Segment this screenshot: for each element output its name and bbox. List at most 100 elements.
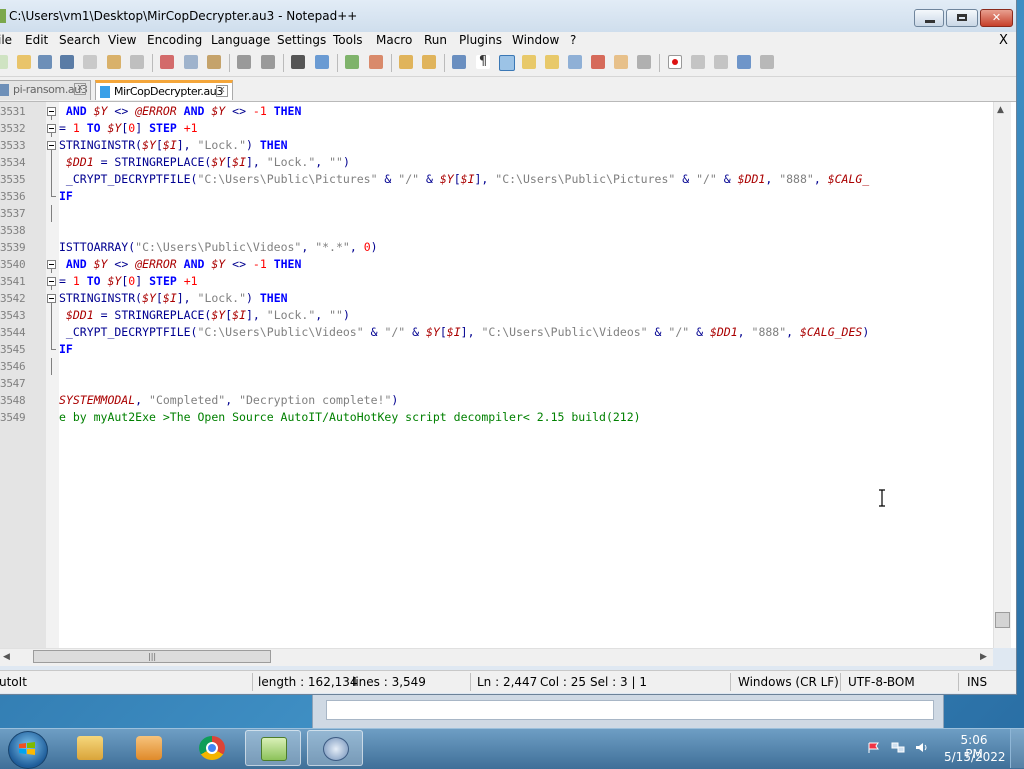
status-divider xyxy=(958,673,959,691)
menu-language[interactable]: Language xyxy=(211,33,270,47)
code-line[interactable]: e by myAut2Exe >The Open Source AutoIT/A… xyxy=(59,409,993,426)
code-line[interactable] xyxy=(59,358,993,375)
find-icon[interactable] xyxy=(291,55,305,69)
menu-tools[interactable]: Tools xyxy=(333,33,363,47)
taskbar-explorer[interactable] xyxy=(62,730,118,766)
save-macro-icon[interactable] xyxy=(760,55,774,69)
code-line[interactable] xyxy=(59,222,993,239)
print-icon[interactable] xyxy=(130,55,144,69)
redo-icon[interactable] xyxy=(261,55,275,69)
stop-macro-icon[interactable] xyxy=(691,55,705,69)
title-bar[interactable]: C:\Users\vm1\Desktop\MirCopDecrypter.au3… xyxy=(0,0,1016,32)
code-line[interactable]: _CRYPT_DECRYPTFILE("C:\Users\Public\Pict… xyxy=(59,171,993,188)
code-line[interactable]: $DD1 = STRINGREPLACE($Y[$I], "Lock.", ""… xyxy=(59,307,993,324)
monitoring-icon[interactable] xyxy=(637,55,651,69)
close-document-button[interactable]: X xyxy=(999,33,1008,48)
tab-pi-ransom[interactable]: pi-ransom.au3 x xyxy=(0,80,91,100)
taskbar-media-player[interactable] xyxy=(121,730,177,766)
code-token: $DD1 xyxy=(65,155,94,169)
fold-toggle-icon[interactable] xyxy=(47,120,56,137)
close-all-icon[interactable] xyxy=(107,55,121,69)
clock-date[interactable]: 5/15/2022 xyxy=(944,750,1006,764)
sync-vertical-icon[interactable] xyxy=(399,55,413,69)
zoom-out-icon[interactable] xyxy=(369,55,383,69)
taskbar-chrome[interactable] xyxy=(184,730,240,766)
new-file-icon[interactable] xyxy=(0,55,8,69)
save-icon[interactable] xyxy=(38,55,52,69)
scroll-left-icon[interactable]: ◀ xyxy=(3,652,10,662)
document-map-icon[interactable] xyxy=(545,55,559,69)
cut-icon[interactable] xyxy=(160,55,174,69)
code-line[interactable]: _CRYPT_DECRYPTFILE("C:\Users\Public\Vide… xyxy=(59,324,993,341)
code-token: = STRINGREPLACE( xyxy=(93,308,212,322)
run-macro-multiple-icon[interactable] xyxy=(737,55,751,69)
code-line[interactable]: IF xyxy=(59,341,993,358)
volume-icon[interactable] xyxy=(915,741,929,754)
scroll-right-icon[interactable]: ▶ xyxy=(980,652,987,662)
menu-plugins[interactable]: Plugins xyxy=(459,33,502,47)
menu-window[interactable]: Window xyxy=(512,33,559,47)
action-center-flag-icon[interactable] xyxy=(868,742,880,754)
show-all-characters-icon[interactable]: ¶ xyxy=(476,55,490,69)
user-language-icon[interactable] xyxy=(522,55,536,69)
menu-settings[interactable]: Settings xyxy=(277,33,326,47)
code-line[interactable]: = 1 TO $Y[0] STEP +1 xyxy=(59,120,993,137)
code-line[interactable]: AND $Y <> @ERROR AND $Y <> -1 THEN xyxy=(59,256,993,273)
menu-encoding[interactable]: Encoding xyxy=(147,33,202,47)
code-line[interactable]: SYSTEMMODAL, "Completed", "Decryption co… xyxy=(59,392,993,409)
open-file-icon[interactable] xyxy=(17,55,31,69)
copy-icon[interactable] xyxy=(184,55,198,69)
network-icon[interactable] xyxy=(891,741,905,754)
fold-toggle-icon[interactable] xyxy=(47,256,56,273)
fold-toggle-icon[interactable] xyxy=(47,273,56,290)
code-token: $CALG_ xyxy=(827,172,870,186)
replace-icon[interactable] xyxy=(315,55,329,69)
document-list-icon[interactable] xyxy=(568,55,582,69)
scroll-up-icon[interactable]: ▲ xyxy=(997,105,1004,115)
vertical-scroll-thumb[interactable] xyxy=(995,612,1010,628)
menu-help[interactable]: ? xyxy=(570,33,576,47)
word-wrap-icon[interactable] xyxy=(452,55,466,69)
fold-toggle-icon[interactable] xyxy=(47,290,56,307)
close-button[interactable]: ✕ xyxy=(980,9,1013,27)
code-line[interactable]: IF xyxy=(59,188,993,205)
code-line[interactable] xyxy=(59,205,993,222)
menu-macro[interactable]: Macro xyxy=(376,33,412,47)
minimize-button[interactable] xyxy=(914,9,944,27)
code-line[interactable] xyxy=(59,375,993,392)
close-tab-icon[interactable]: x xyxy=(216,85,228,97)
code-line[interactable]: = 1 TO $Y[0] STEP +1 xyxy=(59,273,993,290)
tab-mircopdecrypter[interactable]: MirCopDecrypter.au3 x xyxy=(95,80,233,100)
code-line[interactable]: AND $Y <> @ERROR AND $Y <> -1 THEN xyxy=(59,103,993,120)
paste-icon[interactable] xyxy=(207,55,221,69)
taskbar-autoit[interactable] xyxy=(307,730,363,766)
record-macro-icon[interactable] xyxy=(668,55,682,69)
undo-icon[interactable] xyxy=(237,55,251,69)
play-macro-icon[interactable] xyxy=(714,55,728,69)
code-line[interactable]: STRINGINSTR($Y[$I], "Lock.") THEN xyxy=(59,290,993,307)
indent-guide-icon[interactable] xyxy=(499,55,515,71)
code-line[interactable]: $DD1 = STRINGREPLACE($Y[$I], "Lock.", ""… xyxy=(59,154,993,171)
vertical-scrollbar[interactable]: ▲ xyxy=(993,102,1011,648)
code-line[interactable]: STRINGINSTR($Y[$I], "Lock.") THEN xyxy=(59,137,993,154)
menu-run[interactable]: Run xyxy=(424,33,447,47)
fold-toggle-icon[interactable] xyxy=(47,103,56,120)
save-all-icon[interactable] xyxy=(60,55,74,69)
close-file-icon[interactable] xyxy=(83,55,97,69)
menu-edit[interactable]: Edit xyxy=(25,33,48,47)
code-line[interactable]: ISTTOARRAY("C:\Users\Public\Videos", "*.… xyxy=(59,239,993,256)
close-tab-icon[interactable]: x xyxy=(74,83,86,95)
folder-workspace-icon[interactable] xyxy=(614,55,628,69)
sync-horizontal-icon[interactable] xyxy=(422,55,436,69)
taskbar-notepadpp[interactable] xyxy=(245,730,301,766)
status-eol[interactable]: Windows (CR LF) xyxy=(738,675,839,689)
menu-view[interactable]: View xyxy=(108,33,136,47)
fold-toggle-icon[interactable] xyxy=(47,137,56,154)
menu-file[interactable]: ile xyxy=(0,33,12,47)
menu-search[interactable]: Search xyxy=(59,33,100,47)
status-encoding[interactable]: UTF-8-BOM xyxy=(848,675,915,689)
function-list-icon[interactable] xyxy=(591,55,605,69)
show-desktop-button[interactable] xyxy=(1010,729,1024,768)
zoom-in-icon[interactable] xyxy=(345,55,359,69)
maximize-button[interactable] xyxy=(946,9,978,27)
